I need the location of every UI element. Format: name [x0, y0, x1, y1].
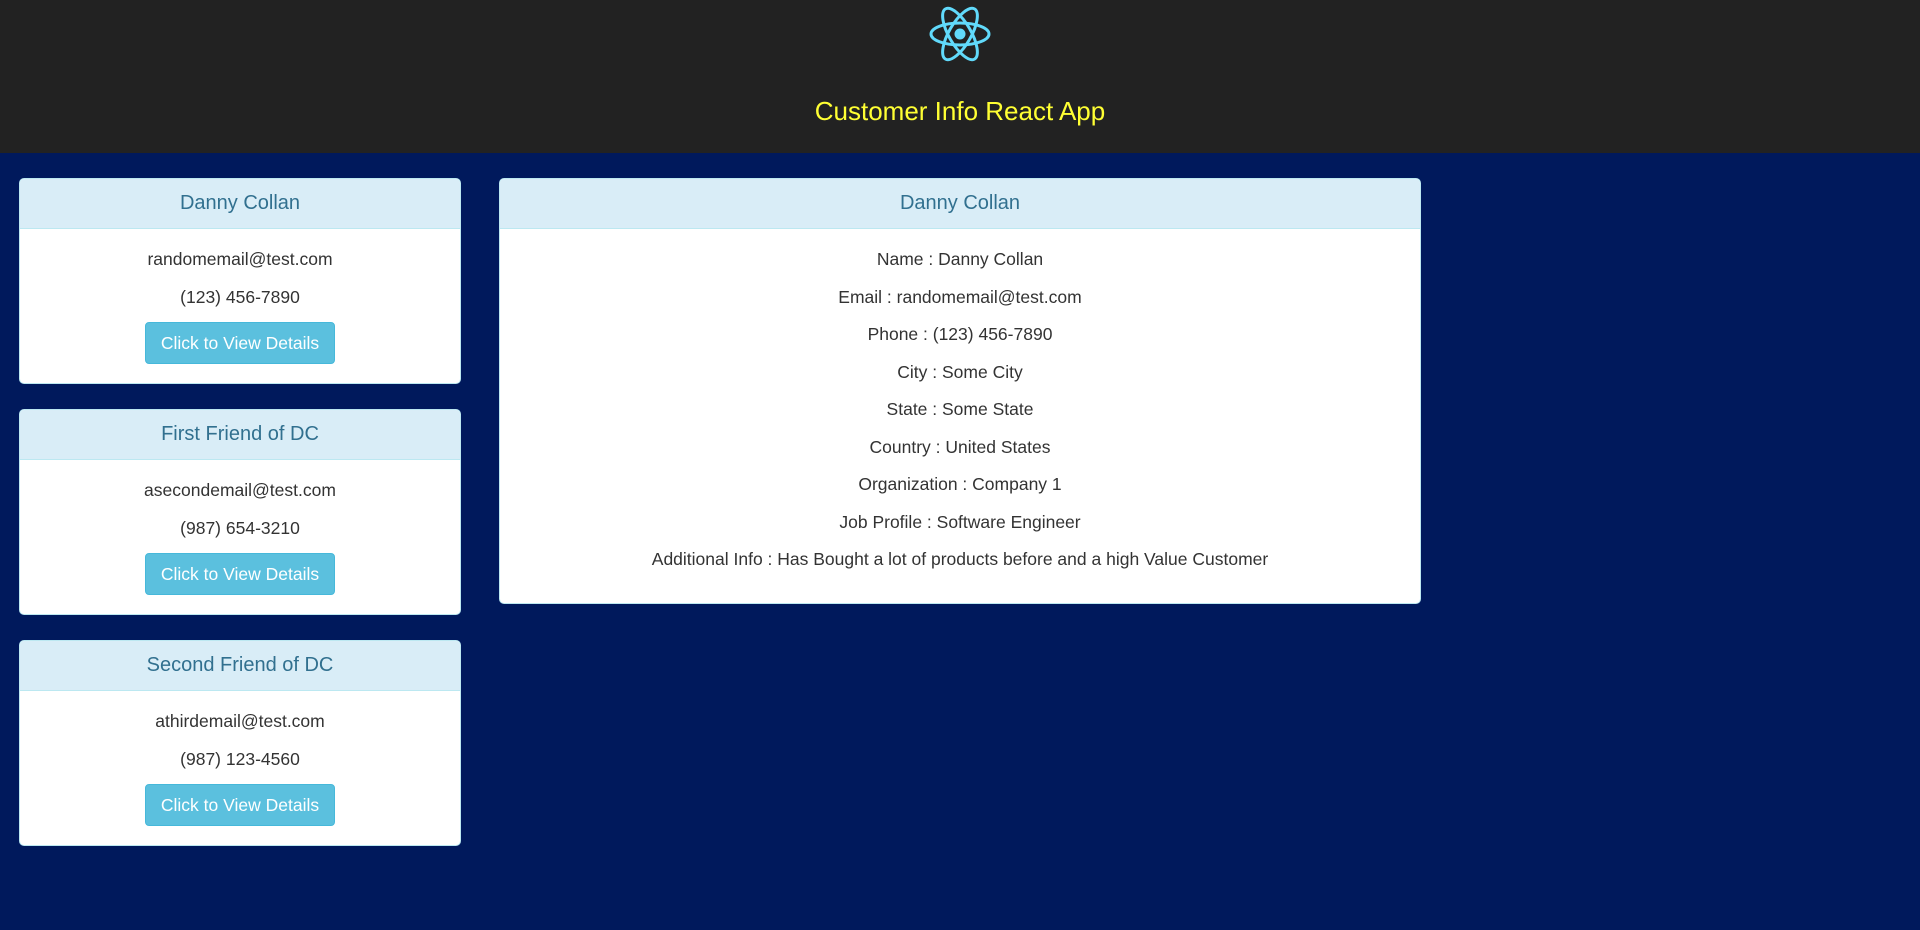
view-details-button[interactable]: Click to View Details [145, 784, 335, 826]
customer-card-email: randomemail@test.com [147, 249, 333, 269]
customer-card-second-friend: Second Friend of DC athirdemail@test.com… [19, 640, 461, 846]
customer-card-phone: (123) 456-7890 [180, 286, 300, 307]
customer-card-name: Danny Collan [20, 179, 460, 229]
detail-country: Country : United States [869, 436, 1051, 457]
detail-organization: Organization : Company 1 [858, 474, 1062, 494]
detail-phone: Phone : (123) 456-7890 [867, 324, 1053, 344]
react-atom-icon [929, 6, 991, 62]
app-header: Customer Info React App [0, 0, 1920, 153]
detail-city: City : Some City [897, 361, 1023, 382]
detail-additional-info: Additional Info : Has Bought a lot of pr… [651, 549, 1269, 569]
customer-card-phone: (987) 654-3210 [180, 517, 300, 538]
customer-card-email: asecondemail@test.com [144, 480, 336, 500]
detail-email: Email : randomemail@test.com [838, 286, 1082, 307]
view-details-button[interactable]: Click to View Details [145, 322, 335, 364]
view-details-button[interactable]: Click to View Details [145, 553, 335, 595]
customer-card-danny-collan: Danny Collan randomemail@test.com (123) … [19, 178, 461, 384]
customer-card-email: athirdemail@test.com [155, 711, 325, 731]
detail-name: Name : Danny Collan [876, 249, 1044, 269]
customer-card-first-friend: First Friend of DC asecondemail@test.com… [19, 409, 461, 615]
customer-details-panel: Danny Collan Name : Danny Collan Email :… [499, 178, 1421, 604]
customer-card-phone: (987) 123-4560 [180, 748, 300, 769]
detail-state: State : Some State [886, 399, 1034, 419]
app-title: Customer Info React App [814, 96, 1106, 126]
detail-job-profile: Job Profile : Software Engineer [839, 511, 1081, 532]
customer-details-title: Danny Collan [500, 179, 1420, 229]
customer-card-name: Second Friend of DC [20, 641, 460, 691]
customer-card-name: First Friend of DC [20, 410, 460, 460]
